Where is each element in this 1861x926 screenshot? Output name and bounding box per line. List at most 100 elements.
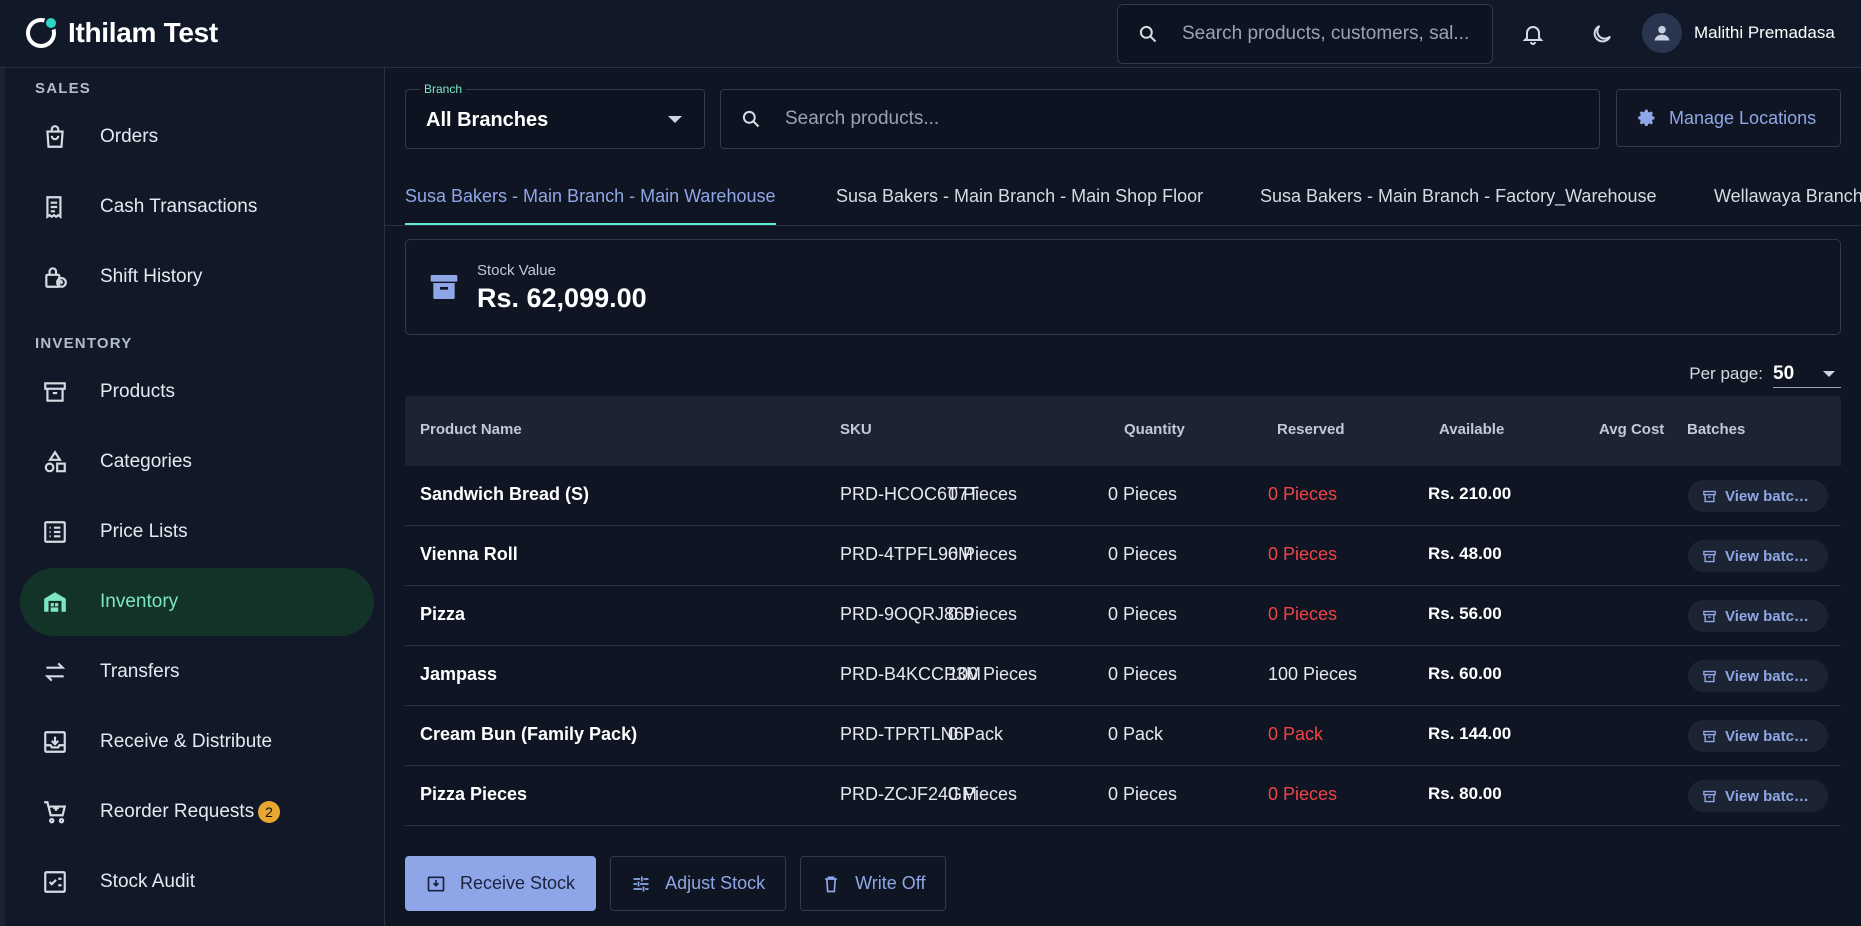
sidebar-item-categories[interactable]: Categories [20, 428, 374, 496]
sidebar-item-label: Stock Audit [100, 871, 196, 892]
cell-reserved: 0 Pieces [1108, 784, 1178, 804]
user-menu[interactable]: Malithi Premadasa [1642, 13, 1835, 53]
sidebar-item-products[interactable]: Products [20, 358, 374, 426]
view-batches-label: View batches [1725, 487, 1813, 505]
view-batches-button[interactable]: View batches [1688, 480, 1828, 512]
view-batches-button[interactable]: View batches [1688, 540, 1828, 572]
archive-box-icon [1703, 550, 1716, 562]
table-row[interactable]: Pizza Pieces PRD-ZCJF24GM 0 Pieces 0 Pieces… [405, 766, 1841, 826]
tab-main-warehouse[interactable]: Susa Bakers - Main Branch - Main Warehou… [405, 176, 776, 225]
cart-add-icon [44, 801, 67, 824]
trash-icon [825, 876, 837, 892]
sidebar-item-transfers[interactable]: Transfers [20, 638, 374, 706]
column-header-product-name[interactable]: Product Name [420, 421, 522, 438]
stock-value-card: Stock Value Rs. 62,099.00 [405, 239, 1841, 335]
notifications-bell-icon[interactable] [1519, 20, 1547, 48]
product-search-box[interactable] [720, 89, 1600, 149]
sidebar-item-shift-history[interactable]: Shift History [20, 243, 374, 311]
view-batches-button[interactable]: View batches [1688, 720, 1828, 752]
sidebar-item-orders[interactable]: Orders [20, 103, 374, 171]
cell-product-name: Vienna Roll [420, 544, 518, 564]
view-batches-label: View batches [1725, 667, 1813, 685]
inventory-table: Product Name SKU Quantity Reserved Avail… [405, 396, 1841, 826]
sidebar-item-stock-audit[interactable]: Stock Audit [20, 848, 374, 916]
manage-locations-button[interactable]: Manage Locations [1616, 89, 1841, 147]
cell-product-name: Sandwich Bread (S) [420, 484, 590, 504]
table-row[interactable]: Jampass PRD-B4KCCP3M 100 Pieces 0 Pieces 100… [405, 646, 1841, 706]
sidebar-item-cash-transactions[interactable]: Cash Transactions [20, 173, 374, 241]
global-search-box[interactable] [1117, 4, 1493, 64]
cell-quantity: 0 Pieces [948, 544, 1018, 564]
archive-box-icon [1703, 670, 1716, 682]
write-off-button[interactable]: Write Off [800, 856, 947, 911]
cell-quantity: 0 Pieces [948, 784, 1018, 804]
warehouse-icon [44, 592, 66, 612]
cell-avg-cost: Rs. 144.00 [1428, 724, 1512, 743]
archive-box-icon [1703, 790, 1716, 802]
archive-box-icon [44, 382, 66, 402]
inbox-download-icon [44, 731, 66, 753]
action-bar: Receive Stock Adjust Stock Write Off [405, 856, 947, 911]
write-off-label: Write Off [855, 873, 926, 893]
table-header: Product Name SKU Quantity Reserved Avail… [405, 396, 1841, 466]
cell-avg-cost: Rs. 210.00 [1428, 484, 1512, 503]
sidebar-item-inventory[interactable]: Inventory [20, 568, 374, 636]
cell-quantity: 0 Pack [948, 724, 1004, 744]
swap-arrows-icon [44, 662, 66, 682]
table-row[interactable]: Sandwich Bread (S) PRD-HCOC6T7T 0 Pieces 0 … [405, 466, 1841, 526]
caret-down-icon [1823, 371, 1835, 377]
cell-reserved: 0 Pieces [1108, 664, 1178, 684]
cell-available: 0 Pieces [1268, 544, 1338, 564]
cell-quantity: 0 Pieces [948, 484, 1018, 504]
avatar [1642, 13, 1682, 53]
adjust-stock-button[interactable]: Adjust Stock [610, 856, 787, 911]
sidebar: SALES Orders Cash Transactions Shift His… [0, 68, 385, 926]
receive-stock-button[interactable]: Receive Stock [405, 856, 597, 911]
cell-reserved: 0 Pieces [1108, 484, 1178, 504]
cell-reserved: 0 Pack [1108, 724, 1164, 744]
sidebar-item-label: Cash Transactions [100, 196, 258, 217]
per-page-label: Per page: [1689, 364, 1763, 383]
table-row[interactable]: Pizza PRD-9OQRJ869 0 Pieces 0 Pieces 0 Piece… [405, 586, 1841, 646]
sidebar-item-receive-distribute[interactable]: Receive & Distribute [20, 708, 374, 776]
brand-logo-icon [26, 16, 58, 48]
list-icon [44, 521, 66, 543]
cell-reserved: 0 Pieces [1108, 544, 1178, 564]
sidebar-item-price-lists[interactable]: Price Lists [20, 498, 374, 566]
archive-box-icon [1703, 610, 1716, 622]
column-header-avg-cost[interactable]: Avg Cost [1599, 421, 1664, 438]
column-header-batches: Batches [1687, 421, 1746, 438]
dark-mode-moon-icon[interactable] [1588, 20, 1616, 48]
column-header-sku[interactable]: SKU [840, 421, 872, 438]
sliders-icon [633, 876, 649, 891]
tab-wellawaya-branch[interactable]: Wellawaya Branch [1714, 176, 1861, 225]
brand[interactable]: Ithilam Test [26, 16, 218, 49]
global-search-input[interactable] [1182, 23, 1482, 45]
inbox-download-icon [427, 876, 445, 891]
cell-avg-cost: Rs. 60.00 [1428, 664, 1502, 683]
column-header-available[interactable]: Available [1439, 421, 1504, 438]
sidebar-item-label: Receive & Distribute [100, 731, 273, 752]
stock-value-label: Stock Value [477, 262, 556, 279]
user-name: Malithi Premadasa [1694, 23, 1835, 42]
table-row[interactable]: Vienna Roll PRD-4TPFL96M 0 Pieces 0 Pieces 0… [405, 526, 1841, 586]
sidebar-item-label: Transfers [100, 661, 180, 682]
column-header-quantity[interactable]: Quantity [1124, 421, 1185, 438]
per-page-select[interactable]: 50 [1773, 360, 1841, 388]
cell-avg-cost: Rs. 80.00 [1428, 784, 1502, 803]
column-header-reserved[interactable]: Reserved [1277, 421, 1345, 438]
view-batches-button[interactable]: View batches [1688, 660, 1828, 692]
search-icon [742, 110, 760, 128]
tab-main-shop-floor[interactable]: Susa Bakers - Main Branch - Main Shop Fl… [836, 176, 1203, 225]
product-search-input[interactable] [785, 108, 1565, 130]
reorder-count-badge: 2 [258, 801, 280, 823]
view-batches-button[interactable]: View batches [1688, 600, 1828, 632]
branch-select[interactable]: Branch All Branches [405, 82, 705, 149]
table-row[interactable]: Cream Bun (Family Pack) PRD-TPRTLN6I 0 Pac… [405, 706, 1841, 766]
tab-factory-warehouse[interactable]: Susa Bakers - Main Branch - Factory_Ware… [1260, 176, 1657, 225]
app-root: Ithilam Test Malithi Premadasa SALES Ord… [0, 0, 1861, 926]
view-batches-button[interactable]: View batches [1688, 780, 1828, 812]
sidebar-item-reorder-requests[interactable]: Reorder Requests 2 [20, 778, 374, 846]
cell-available: 0 Pieces [1268, 484, 1338, 504]
lock-clock-icon [45, 267, 67, 288]
